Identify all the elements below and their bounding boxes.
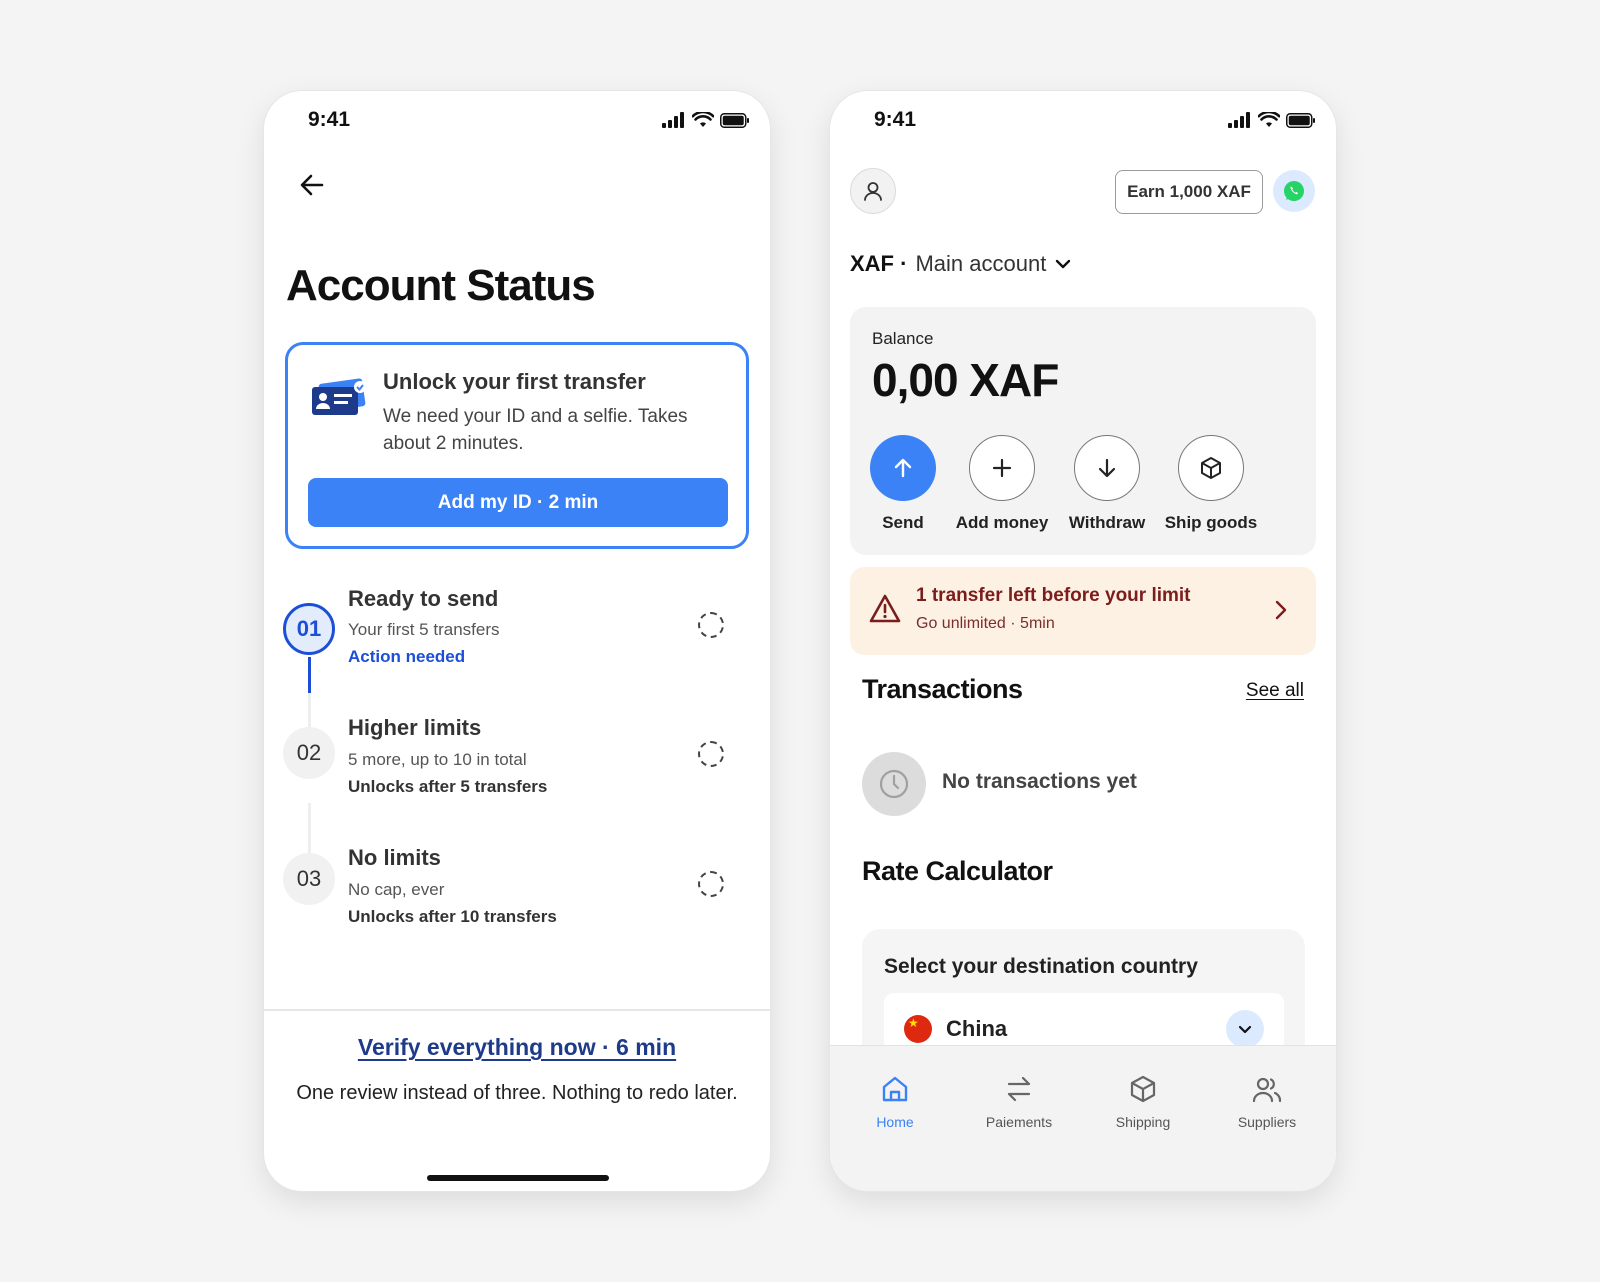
verify-all-link[interactable]: Verify everything now · 6 min [358, 1034, 676, 1060]
box-icon [1130, 1075, 1156, 1103]
warning-icon [869, 594, 901, 623]
status-bar-time: 9:41 [308, 108, 351, 131]
add-id-button[interactable]: Add my ID · 2 min [308, 478, 728, 527]
users-icon [1252, 1077, 1282, 1103]
see-all-link[interactable]: See all [1246, 680, 1304, 702]
transfer-arrows-icon [1007, 1076, 1031, 1102]
verify-note: One review instead of three. Nothing to … [296, 1082, 738, 1104]
add-money-label: Add money [955, 513, 1049, 532]
verify-all-link-wrap: Verify everything now · 6 min [264, 1034, 770, 1061]
withdraw-label: Withdraw [1068, 513, 1146, 532]
step-title-2: Higher limits [348, 715, 482, 740]
ship-goods-circle [1178, 435, 1244, 501]
account-currency: XAF · [850, 251, 908, 276]
earn-referral-button[interactable]: Earn 1,000 XAF [1115, 170, 1263, 214]
home-screen: 9:41 Earn 1,000 XAF XAF · Main account B… [830, 91, 1336, 1191]
box-icon [1201, 457, 1221, 479]
whatsapp-icon [1284, 181, 1304, 201]
status-bar-time: 9:41 [874, 108, 917, 131]
id-card-icon [312, 378, 366, 415]
tab-shipping-label: Shipping [1115, 1114, 1171, 1130]
country-dropdown-button[interactable] [1226, 1010, 1264, 1048]
balance-card: Balance 0,00 XAF Send Add money Withdraw… [850, 307, 1316, 555]
clock-icon [862, 752, 926, 816]
back-button[interactable] [294, 167, 330, 203]
pending-status-icon [698, 871, 724, 897]
pending-status-icon [698, 612, 724, 638]
plus-icon [992, 458, 1012, 478]
status-bar-icons [1228, 112, 1316, 128]
whatsapp-button[interactable] [1273, 170, 1315, 212]
balance-label: Balance [872, 329, 934, 348]
step-title-3: No limits [348, 845, 441, 870]
add-money-circle [969, 435, 1035, 501]
tab-suppliers[interactable]: Suppliers [1212, 1072, 1322, 1130]
ship-goods-label: Ship goods [1164, 513, 1258, 532]
signal-icon [662, 112, 684, 128]
send-button[interactable]: Send [848, 435, 958, 533]
unlock-card-title: Unlock your first transfer [383, 369, 646, 394]
footer-divider [264, 1009, 770, 1011]
chevron-down-icon [1056, 259, 1071, 269]
step-note-2: Unlocks after 5 transfers [348, 777, 548, 796]
account-status-screen: 9:41 Account Status Unlock your first tr… [264, 91, 770, 1191]
ship-goods-button[interactable]: Ship goods [1156, 435, 1266, 533]
tab-paiements[interactable]: Paiements [964, 1072, 1074, 1130]
step-title-1: Ready to send [348, 586, 499, 611]
home-icon [882, 1076, 908, 1102]
arrow-down-icon [1098, 458, 1116, 478]
tab-home-label: Home [876, 1114, 914, 1130]
bottom-tab-bar: Home Paiements Shipping Suppliers [830, 1045, 1336, 1191]
profile-button[interactable] [850, 168, 896, 214]
step-note-3: Unlocks after 10 transfers [348, 907, 557, 926]
empty-transactions-text: No transactions yet [942, 770, 1137, 793]
destination-label: Select your destination country [884, 955, 1198, 978]
balance-value: 0,00 XAF [872, 354, 1059, 406]
tab-suppliers-label: Suppliers [1237, 1114, 1297, 1130]
unlock-card-description: We need your ID and a selfie. Takes abou… [383, 406, 688, 454]
send-label: Send [882, 513, 924, 532]
tab-shipping[interactable]: Shipping [1088, 1072, 1198, 1130]
chevron-right-icon [1275, 600, 1287, 620]
arrow-up-icon [894, 458, 912, 478]
wifi-icon [1258, 112, 1280, 127]
wifi-icon [692, 112, 714, 127]
step-subtitle-2: 5 more, up to 10 in total [348, 750, 527, 769]
limit-banner-title: 1 transfer left before your limit [916, 585, 1191, 606]
rate-calculator-title: Rate Calculator [862, 856, 1053, 886]
clock-glyph [879, 769, 909, 799]
transactions-title: Transactions [862, 674, 1023, 704]
unlock-transfer-card: Unlock your first transfer We need your … [285, 342, 749, 549]
arrow-left-icon [300, 174, 324, 196]
signal-icon [1228, 112, 1250, 128]
step-note-1: Action needed [348, 647, 466, 666]
step-connector-active [308, 657, 311, 693]
pending-status-icon [698, 741, 724, 767]
tab-paiements-label: Paiements [985, 1114, 1053, 1130]
battery-icon [1286, 112, 1315, 128]
battery-icon [720, 112, 749, 128]
step-subtitle-3: No cap, ever [348, 880, 445, 899]
step-subtitle-1: Your first 5 transfers [348, 620, 500, 639]
limit-banner-subtitle: Go unlimited · 5min [916, 615, 1055, 632]
account-selector[interactable]: XAF · Main account [850, 251, 1072, 277]
transfer-limit-banner[interactable]: 1 transfer left before your limit Go unl… [850, 567, 1316, 655]
china-flag-icon: ★ [904, 1015, 932, 1043]
status-bar-icons [662, 112, 750, 128]
chevron-down-icon [1238, 1025, 1252, 1034]
tab-home[interactable]: Home [840, 1072, 950, 1130]
country-name: China [946, 1016, 1008, 1041]
account-name: Main account [915, 251, 1047, 276]
user-icon [864, 182, 882, 201]
withdraw-circle [1074, 435, 1140, 501]
send-circle [870, 435, 936, 501]
step-number-3: 03 [283, 853, 335, 905]
home-indicator [427, 1175, 609, 1181]
withdraw-button[interactable]: Withdraw [1052, 435, 1162, 533]
page-title: Account Status [286, 261, 596, 310]
step-number-1: 01 [283, 603, 335, 655]
add-money-button[interactable]: Add money [947, 435, 1057, 533]
step-number-2: 02 [283, 727, 335, 779]
